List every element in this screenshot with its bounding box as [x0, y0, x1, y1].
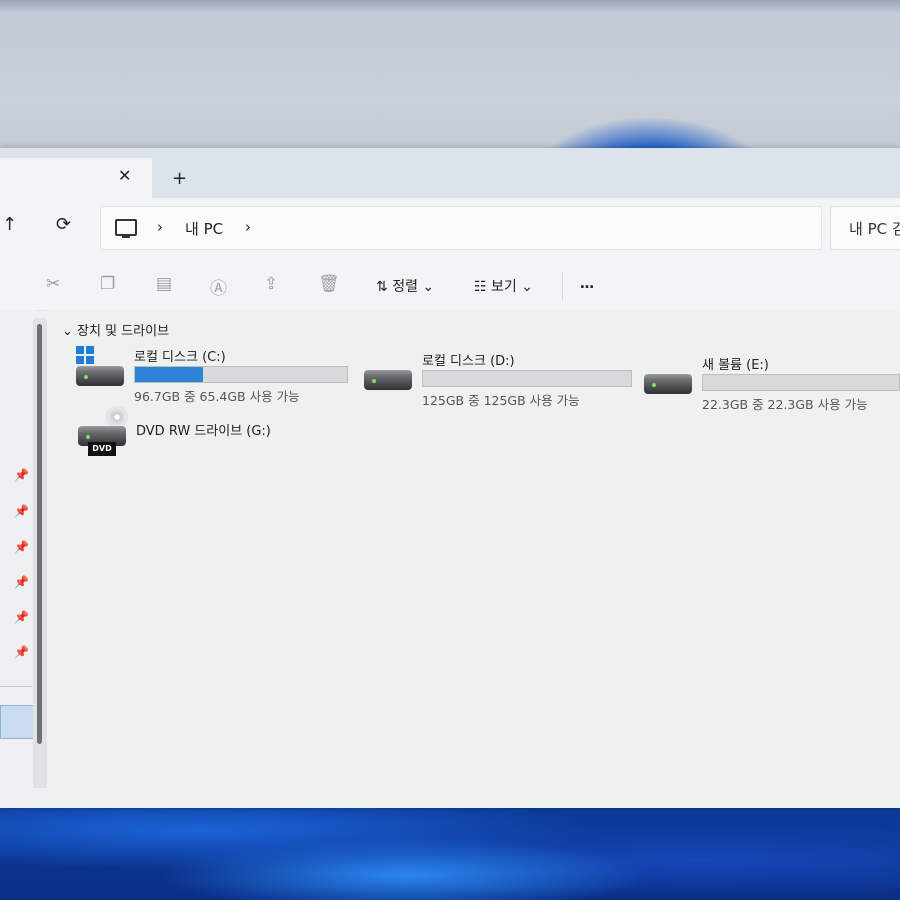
pin-icon: 📌	[14, 610, 29, 624]
chevron-down-icon: ⌄	[62, 324, 73, 339]
drive-name: 새 볼륨 (E:)	[702, 358, 769, 373]
drive-name: 로컬 디스크 (D:)	[422, 354, 515, 369]
rename-icon[interactable]: Ⓐ	[210, 274, 227, 299]
address-bar[interactable]: › 내 PC ›	[100, 206, 822, 250]
more-options-button[interactable]: …	[580, 276, 594, 292]
drive-size: 96.7GB 중 65.4GB 사용 가능	[134, 389, 300, 404]
sort-label: 정렬	[392, 279, 418, 295]
pin-icon: 📌	[14, 645, 29, 659]
trash-icon[interactable]: 🗑	[318, 274, 340, 294]
hard-drive-icon	[644, 374, 692, 394]
monitor-icon	[115, 219, 137, 238]
drive-g-dvd[interactable]: DVD DVD RW 드라이브 (G:)	[78, 406, 338, 462]
scissors-icon[interactable]: ✂	[46, 274, 60, 294]
sidebar-divider	[0, 686, 32, 687]
pin-icon: 📌	[14, 575, 29, 589]
usage-bar	[134, 366, 348, 383]
breadcrumb-separator[interactable]: ›	[157, 218, 163, 236]
drive-name: DVD RW 드라이브 (G:)	[136, 424, 271, 439]
pin-icon: 📌	[14, 504, 29, 518]
sidebar-scrollbar[interactable]	[33, 318, 47, 788]
group-title: 장치 및 드라이브	[77, 324, 170, 339]
view-button[interactable]: ☷ 보기 ⌄	[474, 276, 533, 296]
usage-bar	[422, 370, 632, 387]
content-pane: ⌄ 장치 및 드라이브 로컬 디스크 (C:) 96.7GB 중 65.4GB …	[48, 310, 900, 808]
drive-size: 22.3GB 중 22.3GB 사용 가능	[702, 397, 868, 412]
toolbar-divider	[562, 272, 563, 300]
drive-e[interactable]: 새 볼륨 (E:) 22.3GB 중 22.3GB 사용 가능	[644, 354, 900, 414]
drive-c[interactable]: 로컬 디스크 (C:) 96.7GB 중 65.4GB 사용 가능	[76, 346, 376, 406]
tab-this-pc[interactable]: ✕	[0, 158, 152, 198]
drive-d[interactable]: 로컬 디스크 (D:) 125GB 중 125GB 사용 가능	[364, 350, 654, 410]
scrollbar-thumb[interactable]	[37, 324, 42, 744]
up-arrow-icon[interactable]: ↑	[2, 214, 17, 235]
usage-fill	[135, 367, 203, 382]
copy-icon[interactable]: ❐	[100, 274, 115, 294]
navigation-bar: ↑ ⟳ › 내 PC › 내 PC 검	[0, 198, 900, 260]
tab-bar: ✕ +	[0, 148, 900, 198]
view-label: 보기	[491, 279, 517, 295]
drive-size: 125GB 중 125GB 사용 가능	[422, 393, 580, 408]
command-bar: ✂ ❐ ▤ Ⓐ ⇪ 🗑 ⇅ 정렬 ⌄ ☷ 보기 ⌄ …	[0, 260, 900, 311]
breadcrumb-this-pc[interactable]: 내 PC	[185, 218, 223, 239]
paste-icon[interactable]: ▤	[156, 274, 172, 294]
pin-icon: 📌	[14, 540, 29, 554]
hard-drive-icon	[76, 366, 124, 386]
pin-icon: 📌	[14, 468, 29, 482]
breadcrumb-separator[interactable]: ›	[245, 218, 251, 236]
file-explorer-window: ✕ + ↑ ⟳ › 내 PC › 내 PC 검 ✂ ❐ ▤ Ⓐ ⇪ 🗑 ⇅ 정렬…	[0, 148, 900, 808]
sort-button[interactable]: ⇅ 정렬 ⌄	[376, 276, 434, 296]
navigation-pane: 📌 📌 📌 📌 📌 📌	[0, 310, 47, 790]
search-box[interactable]: 내 PC 검	[830, 206, 900, 250]
desktop-wallpaper-top	[0, 0, 900, 170]
hard-drive-icon	[364, 370, 412, 390]
usage-bar	[702, 374, 900, 391]
desktop-wallpaper-bottom	[0, 800, 900, 900]
windows-logo-icon	[76, 346, 94, 364]
sidebar-item-this-pc[interactable]	[0, 705, 34, 739]
search-placeholder: 내 PC 검	[849, 220, 900, 238]
tab-close-button[interactable]: ✕	[118, 166, 131, 185]
new-tab-button[interactable]: +	[172, 168, 187, 189]
disc-icon	[106, 406, 128, 428]
refresh-icon[interactable]: ⟳	[56, 214, 71, 235]
share-icon[interactable]: ⇪	[264, 274, 278, 294]
drive-name: 로컬 디스크 (C:)	[134, 350, 226, 365]
group-header-devices[interactable]: ⌄ 장치 및 드라이브	[62, 320, 169, 339]
dvd-badge: DVD	[88, 442, 116, 456]
